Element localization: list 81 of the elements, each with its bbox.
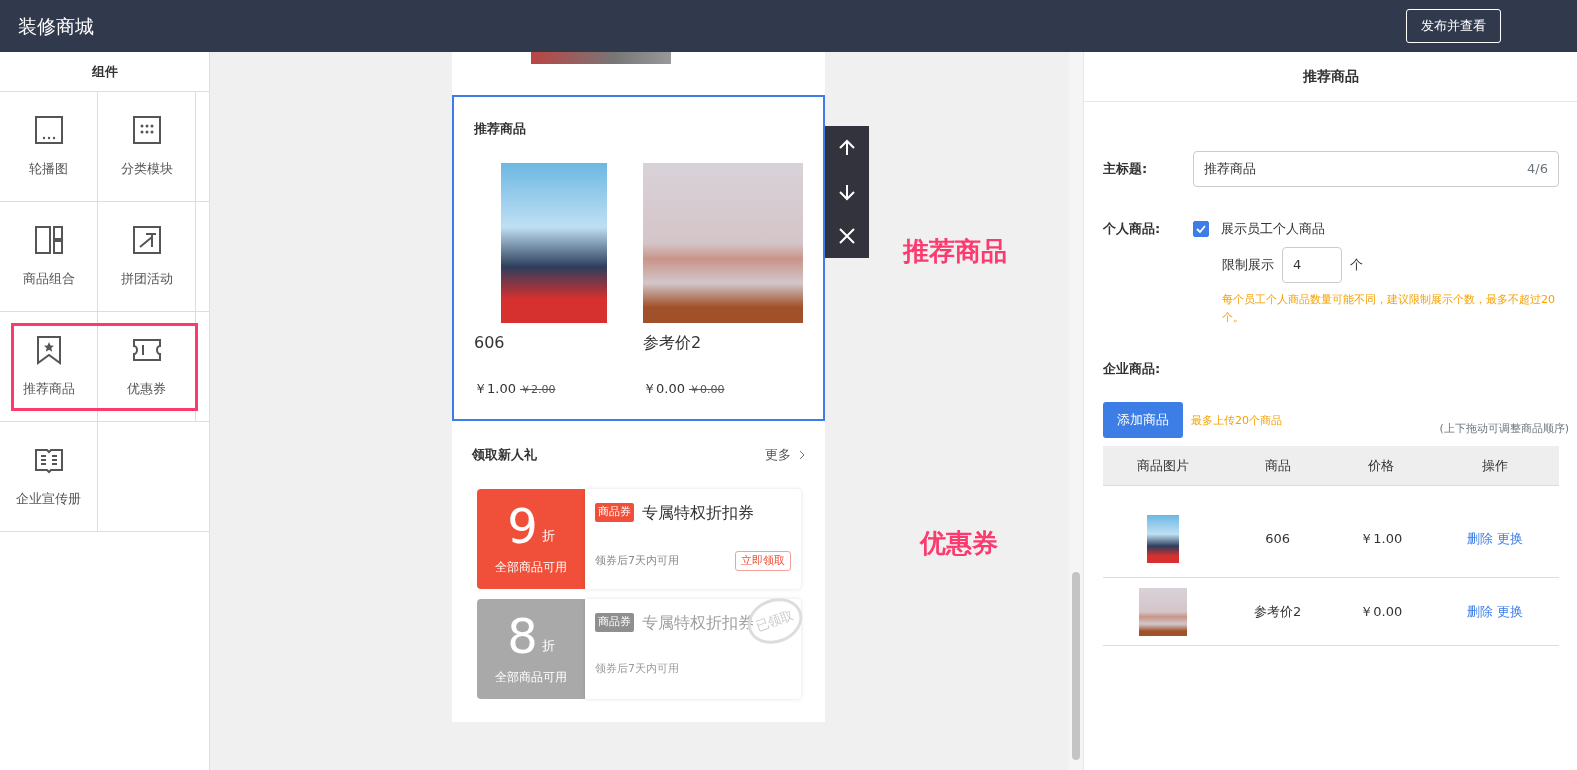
original-price: ￥2.00	[519, 381, 556, 398]
component-item[interactable]: 拼团活动	[98, 202, 196, 311]
field-label: 个人商品:	[1103, 220, 1162, 238]
component-item[interactable]: 优惠券	[98, 312, 196, 421]
section-title: 领取新人礼	[472, 446, 537, 464]
close-icon	[837, 226, 857, 246]
action-link[interactable]: 更换	[1496, 603, 1523, 619]
claim-button[interactable]: 立即领取	[735, 550, 791, 571]
recommend-section[interactable]: 推荐商品 606 ￥1.00 ￥2.00 参考价2 ￥0.00 ￥0.00	[452, 95, 825, 421]
product-name: 参考价2	[643, 331, 703, 354]
scrollbar-thumb[interactable]	[1072, 572, 1080, 760]
photo-placeholder	[1139, 587, 1187, 636]
chevron-right-icon	[799, 449, 805, 460]
component-label: 拼团活动	[120, 269, 173, 288]
action-link[interactable]: 更换	[1496, 531, 1523, 547]
coupon-scope: 全部商品可用	[495, 558, 567, 576]
component-item[interactable]: 分类模块	[98, 92, 196, 201]
coupon-validity: 领券后7天内可用	[595, 660, 679, 677]
add-product-button[interactable]: 添加商品	[1103, 402, 1183, 438]
app-title: 装修商城	[18, 13, 94, 39]
discount-amount: 9	[507, 501, 538, 550]
coupon-tag: 商品券	[595, 503, 634, 522]
product-price: ￥0.00	[643, 379, 685, 398]
coupon-tag: 商品券	[595, 613, 634, 632]
image-frame-icon	[33, 114, 64, 145]
section-title: 推荐商品	[474, 120, 527, 138]
checkbox[interactable]	[1193, 220, 1209, 237]
hint-text: 每个员工个人商品数量可能不同，建议限制展示个数，最多不超过20个。	[1222, 291, 1556, 326]
panel-title: 推荐商品	[1302, 67, 1359, 86]
component-item[interactable]: 推荐商品	[0, 312, 98, 421]
component-item[interactable]: 企业宣传册	[0, 422, 98, 531]
component-label: 推荐商品	[22, 379, 75, 398]
annotation-label: 优惠券	[920, 527, 998, 560]
coupon-validity: 领券后7天内可用	[595, 552, 679, 569]
coupon-scope: 全部商品可用	[495, 668, 567, 686]
check-icon	[1196, 224, 1206, 233]
pen-frame-icon	[131, 224, 162, 255]
component-label: 企业宣传册	[16, 489, 81, 508]
move-up-icon	[837, 138, 857, 158]
discount-unit: 折	[541, 637, 555, 655]
move-down-icon	[837, 182, 857, 202]
layout-icon	[33, 224, 64, 255]
publish-button[interactable]: 发布并查看	[1406, 9, 1501, 43]
number-input[interactable]: 4	[1282, 246, 1342, 283]
input-value: 推荐商品	[1204, 160, 1256, 179]
checkbox-option[interactable]: 展示员工个人商品	[1193, 219, 1562, 239]
product-name: 606	[474, 331, 506, 354]
table-cell: ￥0.00	[1332, 577, 1431, 646]
original-price: ￥0.00	[688, 381, 725, 398]
hint-text: 最多上传20个商品	[1191, 413, 1282, 429]
drag-hint: (上下拖动可调整商品顺序)	[1439, 421, 1569, 437]
discount-unit: 折	[541, 527, 555, 545]
column-header: 价格	[1332, 445, 1431, 486]
field-label: 企业商品:	[1103, 359, 1162, 378]
component-label: 商品组合	[22, 269, 75, 288]
unit-label: 个	[1350, 255, 1363, 274]
action-link[interactable]: 删除	[1466, 531, 1493, 547]
action-link[interactable]: 删除	[1466, 603, 1493, 619]
grid-icon	[131, 114, 162, 145]
column-header: 商品图片	[1103, 445, 1223, 486]
table-cell: 606	[1222, 485, 1333, 578]
column-header: 操作	[1430, 445, 1559, 486]
component-label: 分类模块	[120, 159, 173, 178]
product-price: ￥1.00	[474, 379, 516, 398]
char-counter: 4/6	[1527, 160, 1548, 179]
field-label: 主标题:	[1103, 160, 1149, 179]
annotation-label: 推荐商品	[903, 235, 1007, 268]
limit-label: 限制展示	[1222, 255, 1274, 274]
photo-placeholder	[1147, 515, 1179, 563]
component-item[interactable]: 轮播图	[0, 92, 98, 201]
component-label: 优惠券	[127, 379, 166, 398]
table-cell: ￥1.00	[1332, 485, 1431, 578]
column-header: 商品	[1222, 445, 1333, 486]
component-label: 轮播图	[29, 159, 68, 178]
title-input[interactable]: 推荐商品 4/6	[1193, 151, 1559, 187]
more-link[interactable]: 更多	[765, 445, 805, 465]
coupon-name: 专属特权折扣券	[642, 501, 754, 524]
component-item[interactable]: 商品组合	[0, 202, 98, 311]
panel-title: 组件	[91, 62, 118, 81]
table-cell: 参考价2	[1222, 577, 1333, 646]
discount-amount: 8	[507, 611, 538, 660]
